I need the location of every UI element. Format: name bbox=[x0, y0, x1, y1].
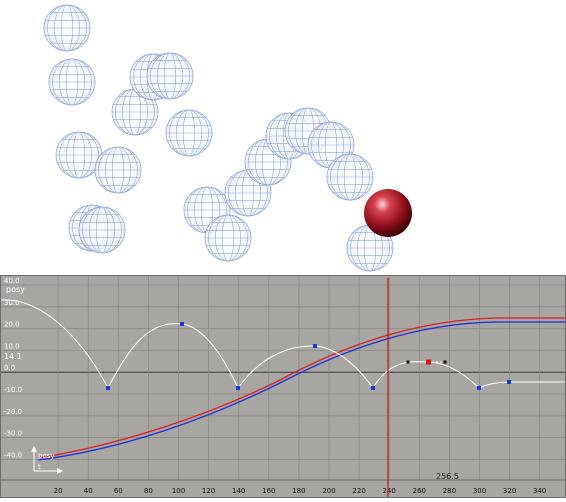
x-tick-label: 60 bbox=[114, 487, 123, 495]
x-tick-label: 140 bbox=[232, 487, 245, 495]
ghost-ball bbox=[48, 58, 96, 106]
value-label: 14.1 bbox=[4, 352, 22, 361]
3d-viewport[interactable] bbox=[0, 0, 566, 272]
ghost-ball bbox=[326, 153, 374, 201]
y-tick-label: 10.0 bbox=[4, 342, 20, 350]
keyframe[interactable] bbox=[507, 380, 511, 384]
x-tick-label: 320 bbox=[503, 487, 516, 495]
x-tick-label: 160 bbox=[262, 487, 275, 495]
keyframe[interactable] bbox=[180, 322, 184, 326]
keyframe[interactable] bbox=[106, 386, 110, 390]
keyframe[interactable] bbox=[371, 386, 375, 390]
x-tick-label: 100 bbox=[172, 487, 185, 495]
x-tick-label: 20 bbox=[54, 487, 63, 495]
y-tick-label: -10.0 bbox=[4, 386, 22, 394]
keyframe[interactable] bbox=[236, 386, 240, 390]
x-tick-label: 340 bbox=[533, 487, 546, 495]
x-tick-label: 120 bbox=[202, 487, 215, 495]
ball[interactable] bbox=[364, 189, 412, 237]
x-tick-label: 280 bbox=[443, 487, 456, 495]
selected-keyframe[interactable] bbox=[426, 359, 431, 365]
ghost-ball-trail bbox=[43, 4, 394, 272]
x-tick-label: 180 bbox=[292, 487, 305, 495]
viewport-canvas bbox=[43, 4, 412, 272]
x-tick-label: 80 bbox=[144, 487, 153, 495]
x-tick-label: 220 bbox=[352, 487, 365, 495]
x-tick-label: 40 bbox=[84, 487, 93, 495]
y-tick-label: 20.0 bbox=[4, 321, 20, 329]
y-tick-label: 0.0 bbox=[4, 364, 15, 372]
gizmo-x-label: t bbox=[38, 463, 41, 471]
ghost-ball bbox=[94, 146, 142, 194]
y-tick-label: -40.0 bbox=[4, 451, 22, 459]
y-tick-label: -30.0 bbox=[4, 430, 22, 438]
ghost-ball bbox=[204, 214, 252, 262]
x-tick-label: 260 bbox=[413, 487, 426, 495]
y-tick-label: -20.0 bbox=[4, 408, 22, 416]
x-tick-label: 240 bbox=[383, 487, 396, 495]
x-tick-label: 300 bbox=[473, 487, 486, 495]
y-tick-label: 40.0 bbox=[4, 277, 20, 285]
ghost-ball bbox=[43, 4, 91, 52]
graph-canvas[interactable]: 40.030.020.010.00.0-10.0-20.0-30.0-40.0 … bbox=[0, 275, 566, 498]
current-frame-readout: 256.5 bbox=[436, 472, 459, 481]
graph-editor[interactable]: 40.0 30.0 20.0 10.0 0.0 -10.0 -20.0 -30.0 -40.0 … bbox=[0, 275, 566, 498]
ghost-ball bbox=[165, 109, 213, 157]
gizmo-y-label: posy bbox=[38, 452, 55, 460]
keyframe[interactable] bbox=[313, 344, 317, 348]
ghost-ball bbox=[146, 52, 194, 100]
keyframe[interactable] bbox=[477, 386, 481, 390]
curve-name-label: posy bbox=[6, 285, 25, 294]
x-tick-label: 200 bbox=[322, 487, 335, 495]
ghost-ball bbox=[78, 206, 126, 254]
